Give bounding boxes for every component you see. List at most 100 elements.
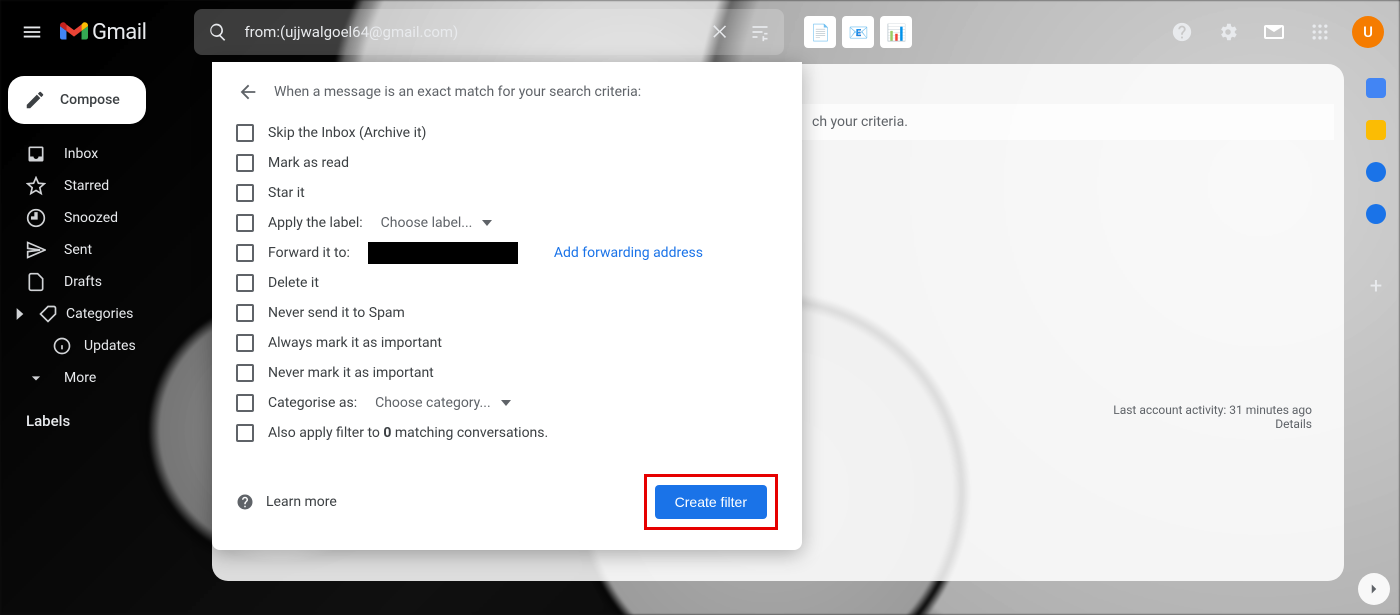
help-icon: [1171, 21, 1193, 43]
label-select[interactable]: Choose label...: [381, 215, 493, 231]
option-label: Mark as read: [268, 155, 349, 171]
sidebar-item-label: Snoozed: [64, 210, 118, 226]
keep-addon-icon[interactable]: [1366, 120, 1386, 140]
chevron-down-icon: [26, 368, 46, 388]
checkbox[interactable]: [236, 274, 254, 292]
contacts-addon-icon[interactable]: [1366, 204, 1386, 224]
sidebar-item-inbox[interactable]: Inbox: [0, 138, 244, 170]
account-avatar[interactable]: U: [1352, 16, 1384, 48]
checkbox[interactable]: [236, 304, 254, 322]
search-button[interactable]: [200, 14, 236, 50]
search-query[interactable]: from:(ujjwalgoel64@gmail.com): [240, 23, 698, 41]
checkbox[interactable]: [236, 334, 254, 352]
option-star-it[interactable]: Star it: [236, 178, 778, 208]
create-filter-highlight: Create filter: [644, 474, 778, 530]
learn-more-label: Learn more: [266, 494, 337, 510]
product-name: Gmail: [92, 20, 146, 45]
checkbox[interactable]: [236, 214, 254, 232]
checkbox[interactable]: [236, 124, 254, 142]
compose-button[interactable]: Compose: [8, 76, 146, 124]
settings-button[interactable]: [1208, 12, 1248, 52]
mail-status-button[interactable]: [1254, 12, 1294, 52]
sidebar-item-sent[interactable]: Sent: [0, 234, 244, 266]
header-right: U: [1162, 12, 1384, 52]
learn-more-link[interactable]: Learn more: [236, 493, 337, 511]
option-never-spam[interactable]: Never send it to Spam: [236, 298, 778, 328]
sidebar-item-drafts[interactable]: Drafts: [0, 266, 244, 298]
app-header: Gmail from:(ujjwalgoel64@gmail.com) 📄 📧 …: [0, 0, 1400, 64]
sidebar-item-categories[interactable]: Categories: [0, 298, 244, 330]
option-categorise[interactable]: Categorise as: Choose category...: [236, 388, 778, 418]
caret-down-icon: [482, 218, 492, 228]
gmail-logo[interactable]: Gmail: [60, 20, 146, 45]
arrow-left-icon: [237, 81, 259, 103]
option-label: Apply the label:: [268, 215, 363, 231]
details-link[interactable]: Details: [1113, 417, 1312, 431]
create-filter-dialog: When a message is an exact match for you…: [212, 62, 802, 550]
option-label: Also apply filter to 0 matching conversa…: [268, 425, 548, 441]
add-forwarding-link[interactable]: Add forwarding address: [554, 245, 703, 261]
tasks-addon-icon[interactable]: [1366, 162, 1386, 182]
send-icon: [26, 240, 46, 260]
option-forward-to[interactable]: Forward it to: Add forwarding address: [236, 238, 778, 268]
checkbox[interactable]: [236, 184, 254, 202]
create-filter-button[interactable]: Create filter: [655, 485, 767, 519]
inbox-icon: [26, 144, 46, 164]
mail-icon: [1262, 20, 1286, 44]
option-always-important[interactable]: Always mark it as important: [236, 328, 778, 358]
sidebar-item-label: Categories: [66, 306, 133, 322]
tag-icon: [38, 304, 58, 324]
sidebar-item-label: Drafts: [64, 274, 102, 290]
get-addons-button[interactable]: +: [1356, 266, 1396, 306]
sidebar-item-more[interactable]: More: [0, 362, 244, 394]
chevron-right-icon: [1365, 580, 1383, 598]
option-delete-it[interactable]: Delete it: [236, 268, 778, 298]
sidebar-item-label: Sent: [64, 242, 92, 258]
activity-text: Last account activity: 31 minutes ago: [1113, 403, 1312, 417]
forward-address-redacted: [368, 242, 518, 264]
pencil-icon: [24, 89, 46, 111]
apps-button[interactable]: [1300, 12, 1340, 52]
checkbox[interactable]: [236, 394, 254, 412]
option-never-important[interactable]: Never mark it as important: [236, 358, 778, 388]
back-button[interactable]: [236, 80, 260, 104]
side-panel: +: [1352, 64, 1400, 615]
hide-side-panel-button[interactable]: [1358, 573, 1390, 605]
gmail-m-icon: [60, 21, 88, 43]
checkbox[interactable]: [236, 244, 254, 262]
category-select[interactable]: Choose category...: [375, 395, 511, 411]
sidebar-item-starred[interactable]: Starred: [0, 170, 244, 202]
extension-icons: 📄 📧 📊: [804, 16, 912, 48]
option-also-apply[interactable]: Also apply filter to 0 matching conversa…: [236, 418, 778, 448]
checkbox[interactable]: [236, 154, 254, 172]
dialog-title: When a message is an exact match for you…: [274, 84, 641, 100]
extension-1[interactable]: 📄: [804, 16, 836, 48]
compose-label: Compose: [60, 92, 120, 108]
option-label: Categorise as:: [268, 395, 357, 411]
calendar-addon-icon[interactable]: [1366, 78, 1386, 98]
sidebar-item-snoozed[interactable]: Snoozed: [0, 202, 244, 234]
option-label: Delete it: [268, 275, 319, 291]
caret-right-icon: [10, 304, 30, 324]
main-menu-button[interactable]: [12, 12, 52, 52]
select-value: Choose category...: [375, 395, 491, 411]
support-button[interactable]: [1162, 12, 1202, 52]
apps-grid-icon: [1310, 22, 1330, 42]
extension-3[interactable]: 📊: [880, 16, 912, 48]
extension-2[interactable]: 📧: [842, 16, 874, 48]
checkbox[interactable]: [236, 424, 254, 442]
gear-icon: [1217, 21, 1239, 43]
star-icon: [26, 176, 46, 196]
checkbox[interactable]: [236, 364, 254, 382]
option-label: Never send it to Spam: [268, 305, 405, 321]
sidebar-item-label: Updates: [84, 338, 136, 354]
search-options-button[interactable]: [742, 14, 778, 50]
file-icon: [26, 272, 46, 292]
sidebar-item-updates[interactable]: Updates: [0, 330, 244, 362]
info-icon: [52, 336, 72, 356]
option-mark-read[interactable]: Mark as read: [236, 148, 778, 178]
option-apply-label[interactable]: Apply the label: Choose label...: [236, 208, 778, 238]
option-skip-inbox[interactable]: Skip the Inbox (Archive it): [236, 118, 778, 148]
clear-search-button[interactable]: [702, 14, 738, 50]
search-bar[interactable]: from:(ujjwalgoel64@gmail.com): [194, 9, 784, 55]
